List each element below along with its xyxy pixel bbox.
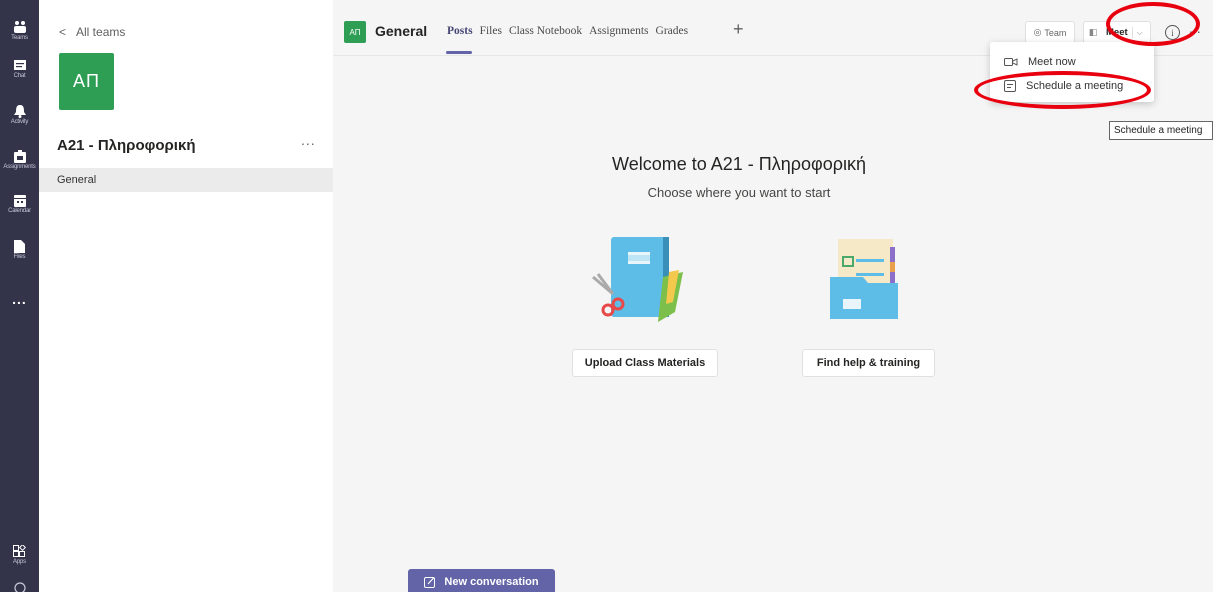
welcome-title: Welcome to A21 - Πληροφορική	[612, 154, 866, 174]
all-teams-link[interactable]: < All teams	[59, 25, 125, 39]
compose-icon	[424, 577, 436, 588]
main-area: ΑΠ General Posts Files Class Notebook As…	[333, 0, 1213, 592]
assignments-icon	[13, 150, 26, 163]
team-more-options-button[interactable]: ...	[301, 132, 316, 148]
upload-class-materials-button[interactable]: Upload Class Materials	[572, 349, 718, 377]
menu-item-label: Meet now	[1028, 56, 1076, 68]
channel-tabs: Posts Files Class Notebook Assignments G…	[447, 25, 688, 37]
tab-files[interactable]: Files	[480, 25, 502, 37]
chevron-left-icon: <	[59, 25, 67, 39]
chat-icon	[13, 60, 26, 70]
channel-item-general[interactable]: General	[39, 168, 333, 192]
team-button-label: Team	[1044, 27, 1067, 38]
all-teams-label: All teams	[76, 25, 126, 39]
new-conversation-button[interactable]: New conversation	[408, 569, 555, 592]
more-icon: ...	[12, 291, 27, 307]
annotation-circle-meet	[1106, 2, 1200, 46]
team-pane: < All teams ΑΠ A21 - Πληροφορική ... Gen…	[39, 0, 333, 592]
rail-item-files[interactable]: Files	[0, 240, 39, 260]
rail-item-label: Chat	[13, 73, 26, 79]
video-camera-icon	[1004, 58, 1018, 66]
rail-item-calendar[interactable]: Calendar	[0, 195, 39, 214]
teams-icon	[13, 21, 26, 33]
eye-icon: ◎	[1033, 27, 1042, 37]
welcome-subtitle: Choose where you want to start	[647, 185, 831, 200]
rail-item-label: Files	[13, 254, 26, 260]
rail-item-chat[interactable]: Chat	[0, 60, 39, 79]
tab-assignments[interactable]: Assignments	[589, 25, 648, 37]
rail-item-apps[interactable]: Apps	[0, 545, 39, 565]
rail-item-teams[interactable]: Teams	[0, 20, 39, 41]
apps-icon	[13, 545, 26, 557]
team-avatar: ΑΠ	[59, 53, 114, 110]
annotation-circle-schedule	[974, 71, 1151, 109]
help-training-illustration	[830, 239, 898, 319]
app-rail: Teams Chat Activity Assignments Calendar…	[0, 0, 39, 592]
menu-item-meet-now[interactable]: Meet now	[1004, 56, 1076, 68]
add-tab-button[interactable]: +	[733, 19, 744, 40]
tab-posts[interactable]: Posts	[447, 25, 473, 37]
rail-item-assignments[interactable]: Assignments	[0, 150, 39, 170]
find-help-training-button[interactable]: Find help & training	[802, 349, 935, 377]
rail-item-label: Teams	[11, 35, 28, 41]
channel-label: General	[57, 174, 97, 186]
file-icon	[14, 240, 25, 253]
rail-item-label: Apps	[13, 559, 26, 565]
video-camera-icon: ◧	[1088, 27, 1098, 37]
team-button[interactable]: ◎ Team	[1025, 21, 1075, 44]
tab-grades[interactable]: Grades	[656, 25, 689, 37]
calendar-icon	[13, 195, 26, 207]
class-materials-illustration	[592, 237, 683, 322]
help-icon[interactable]	[0, 582, 39, 592]
tab-class-notebook[interactable]: Class Notebook	[509, 25, 582, 37]
rail-item-activity[interactable]: Activity	[0, 105, 39, 125]
rail-item-label: Activity	[10, 119, 29, 125]
rail-item-label: Assignments	[3, 164, 36, 170]
rail-more-button[interactable]: ...	[0, 290, 39, 307]
team-name: A21 - Πληροφορική	[57, 137, 196, 154]
rail-item-label: Calendar	[8, 208, 31, 214]
bell-icon	[13, 105, 26, 118]
channel-title: General	[375, 23, 428, 39]
new-conversation-label: New conversation	[444, 576, 539, 588]
channel-avatar: ΑΠ	[344, 21, 366, 43]
active-tab-indicator	[446, 51, 472, 54]
tooltip: Schedule a meeting	[1109, 121, 1213, 140]
